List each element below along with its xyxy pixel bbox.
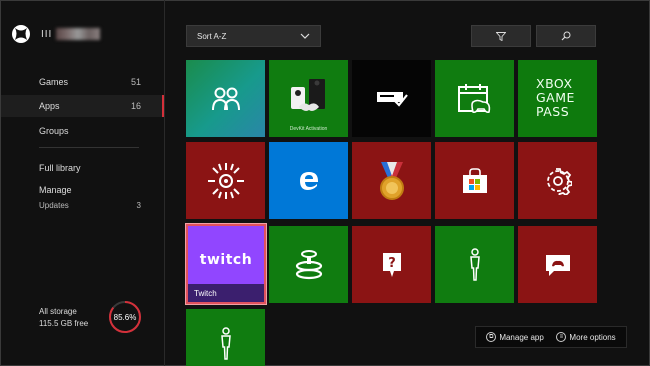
tile-game-pass[interactable]: XBOX GAME PASS	[518, 60, 597, 137]
tile-game-feedback-app[interactable]	[518, 226, 597, 303]
nav-games[interactable]: Games 51	[1, 71, 165, 93]
medal-icon	[379, 161, 404, 200]
tile-people-app[interactable]	[186, 60, 265, 137]
filter-button[interactable]	[471, 25, 531, 47]
search-icon	[561, 31, 571, 41]
avatar-figure-icon	[469, 247, 480, 281]
question-bubble-icon: ?	[382, 252, 401, 277]
nav-full-library[interactable]: Full library	[1, 157, 165, 179]
updates-label: Updates	[39, 200, 69, 210]
sunburst-icon	[207, 162, 244, 199]
storage-free: 115.5 GB free	[39, 319, 89, 328]
tile-twitch-selected[interactable]: twitch Twitch	[185, 223, 267, 305]
nav-apps-label: Apps	[39, 101, 60, 111]
gp-line-3: PASS	[536, 104, 570, 119]
tile-devkit-activation[interactable]: DevKit Activation	[269, 60, 348, 137]
controller-hint-bar: ⧉ Manage app ≡ More options	[475, 326, 627, 348]
nav-apps-count: 16	[130, 101, 141, 111]
tile-dev-tool-app[interactable]	[269, 226, 348, 303]
sort-label: Sort A-Z	[197, 31, 227, 41]
xbox-logo-icon	[12, 25, 30, 43]
store-bag-icon	[462, 167, 487, 193]
nav-games-count: 51	[130, 77, 141, 87]
controller-bubble-icon	[545, 254, 570, 276]
tile-achievements-app[interactable]	[352, 142, 431, 219]
storage-label: All storage	[39, 307, 77, 316]
view-button-icon: ⧉	[486, 332, 497, 342]
twitch-logo: twitch	[199, 252, 253, 268]
tile-edge-browser[interactable]	[269, 142, 348, 219]
full-library-label: Full library	[39, 163, 81, 173]
sidebar-divider	[39, 147, 139, 148]
sort-dropdown[interactable]: Sort A-Z	[186, 25, 321, 47]
edge-logo-icon	[299, 171, 318, 190]
profile-row[interactable]: III	[11, 23, 101, 45]
devkit-caption: DevKit Activation	[289, 126, 328, 132]
gp-line-2: GAME	[536, 90, 575, 105]
nav-games-label: Games	[39, 77, 69, 87]
updates-count: 3	[136, 200, 141, 210]
gear-icon	[546, 167, 572, 195]
sidebar-border	[164, 0, 165, 366]
tile-calendar-app[interactable]	[435, 60, 514, 137]
calendar-controller-icon	[457, 83, 490, 113]
tile-store-app[interactable]	[435, 142, 514, 219]
joystick-icon	[295, 249, 322, 279]
tile-media-app[interactable]	[352, 60, 431, 137]
gp-line-1: XBOX	[536, 76, 573, 91]
twitch-label-bar: Twitch	[188, 284, 264, 302]
nav-manage[interactable]: Manage	[1, 180, 165, 200]
game-pass-wordmark: XBOX GAME PASS	[536, 77, 575, 119]
updates-row[interactable]: Updates 3	[1, 198, 165, 212]
tile-avatar-editor[interactable]	[186, 309, 265, 366]
gamertag-text: III	[41, 28, 53, 40]
filter-icon	[496, 31, 506, 41]
sidebar: III Games 51 Apps 16 Groups Full library…	[1, 1, 165, 365]
menu-button-icon: ≡	[556, 332, 567, 342]
nav-apps[interactable]: Apps 16	[1, 95, 165, 117]
storage-percent: 85.6%	[113, 312, 137, 322]
tile-settings-app[interactable]	[518, 142, 597, 219]
manage-label: Manage	[39, 185, 72, 195]
gamertag: III	[41, 28, 101, 40]
nav-groups[interactable]: Groups	[1, 120, 165, 142]
avatar-figure-icon	[220, 326, 231, 360]
svg-text:?: ?	[388, 256, 396, 271]
more-options-label: More options	[569, 332, 616, 342]
gamertag-blur	[56, 28, 101, 40]
tile-avatar-app[interactable]	[435, 226, 514, 303]
search-button[interactable]	[536, 25, 596, 47]
nav-groups-label: Groups	[39, 126, 69, 136]
manage-app-label: Manage app	[499, 332, 544, 342]
tile-sunburst-app[interactable]	[186, 142, 265, 219]
tile-tips-app[interactable]: ?	[352, 226, 431, 303]
console-image-icon	[290, 78, 325, 111]
chevron-down-icon	[300, 33, 310, 39]
twitch-label: Twitch	[194, 288, 217, 298]
manage-app-hint[interactable]: ⧉ Manage app	[486, 332, 544, 342]
more-options-hint[interactable]: ≡ More options	[556, 332, 616, 342]
media-device-icon	[376, 91, 408, 107]
people-icon	[211, 87, 240, 110]
